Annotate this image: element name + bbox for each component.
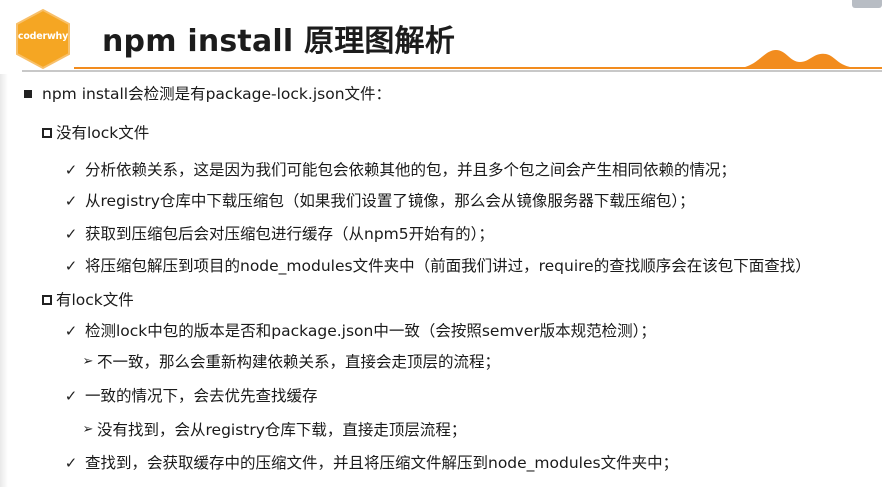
check-icon: ✓ bbox=[64, 257, 78, 275]
list-item: ✓ 查找到，会获取缓存中的压缩文件，并且将压缩文件解压到node_modules文… bbox=[64, 453, 678, 473]
list-item-text: 不一致，那么会重新构建依赖关系，直接会走顶层的流程； bbox=[97, 353, 501, 371]
list-item: 有lock文件 bbox=[42, 290, 134, 310]
check-icon: ✓ bbox=[64, 387, 78, 405]
square-hollow-icon bbox=[42, 295, 52, 305]
list-item-text: npm install会检测是有package-lock.json文件： bbox=[42, 85, 392, 103]
list-item-text: 检测lock中包的版本是否和package.json中一致（会按照semver版… bbox=[85, 322, 656, 340]
check-icon: ✓ bbox=[64, 454, 78, 472]
list-item-text: 有lock文件 bbox=[56, 291, 134, 309]
list-item: ✓ 将压缩包解压到项目的node_modules文件夹中（前面我们讲过，requi… bbox=[64, 256, 811, 276]
list-item-text: 没有lock文件 bbox=[56, 124, 150, 142]
list-item-text: 一致的情况下，会去优先查找缓存 bbox=[85, 387, 318, 405]
list-item-text: 获取到压缩包后会对压缩包进行缓存（从npm5开始有的）； bbox=[85, 225, 494, 243]
arrow-icon: ➢ bbox=[82, 422, 94, 437]
list-item: ➢ 不一致，那么会重新构建依赖关系，直接会走顶层的流程； bbox=[82, 352, 500, 372]
check-icon: ✓ bbox=[64, 225, 78, 243]
left-edge-shade bbox=[0, 74, 8, 487]
list-item: npm install会检测是有package-lock.json文件： bbox=[24, 84, 391, 104]
list-item-text: 从registry仓库中下载压缩包（如果我们设置了镜像，那么会从镜像服务器下载压… bbox=[85, 192, 695, 210]
list-item-text: 分析依赖关系，这是因为我们可能包会依赖其他的包，并且多个包之间会产生相同依赖的情… bbox=[85, 161, 737, 179]
list-item-text: 没有找到，会从registry仓库下载，直接走顶层流程； bbox=[97, 421, 467, 439]
corner-logo-fragment bbox=[852, 0, 882, 8]
list-item: 没有lock文件 bbox=[42, 123, 149, 143]
header-divider bbox=[22, 70, 882, 72]
list-item: ✓ 从registry仓库中下载压缩包（如果我们设置了镜像，那么会从镜像服务器下载… bbox=[64, 191, 695, 211]
slide: coderwhy npm install 原理图解析 npm install会检… bbox=[0, 0, 882, 487]
square-filled-icon bbox=[24, 90, 32, 98]
check-icon: ✓ bbox=[64, 161, 78, 179]
check-icon: ✓ bbox=[64, 322, 78, 340]
arrow-icon: ➢ bbox=[82, 354, 94, 369]
square-hollow-icon bbox=[42, 128, 52, 138]
list-item: ✓ 一致的情况下，会去优先查找缓存 bbox=[64, 386, 318, 406]
check-icon: ✓ bbox=[64, 192, 78, 210]
badge-text: coderwhy bbox=[17, 31, 69, 42]
list-item-text: 查找到，会获取缓存中的压缩文件，并且将压缩文件解压到node_modules文件… bbox=[85, 454, 679, 472]
list-item-text: 将压缩包解压到项目的node_modules文件夹中（前面我们讲过，requir… bbox=[85, 257, 811, 275]
list-item: ✓ 检测lock中包的版本是否和package.json中一致（会按照semver… bbox=[64, 321, 656, 341]
list-item: ✓ 获取到压缩包后会对压缩包进行缓存（从npm5开始有的）； bbox=[64, 224, 494, 244]
list-item: ✓ 分析依赖关系，这是因为我们可能包会依赖其他的包，并且多个包之间会产生相同依赖的… bbox=[64, 160, 736, 180]
list-item: ➢ 没有找到，会从registry仓库下载，直接走顶层流程； bbox=[82, 420, 467, 440]
